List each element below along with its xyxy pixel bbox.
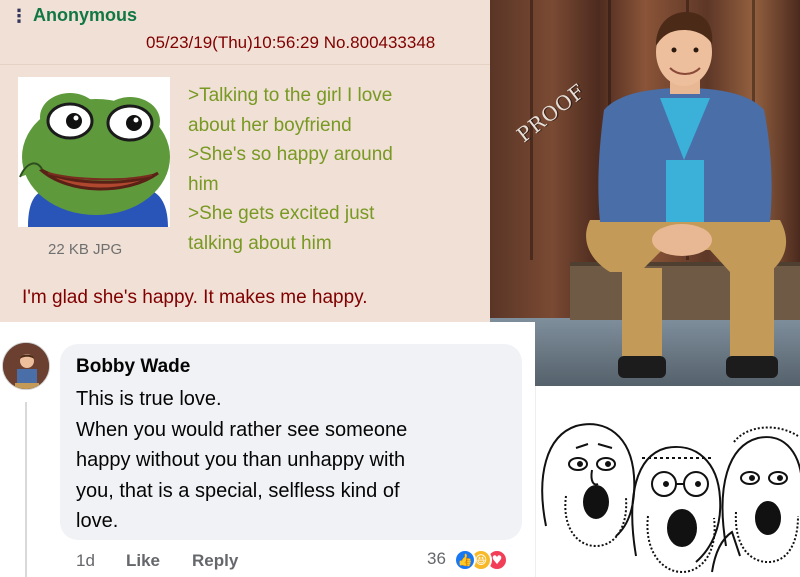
- comment-line: love.: [76, 510, 119, 532]
- vertical-dots-icon[interactable]: ⋮: [10, 6, 28, 27]
- greentext-line: about her boyfriend: [188, 114, 352, 136]
- file-size: 22 KB JPG: [48, 241, 123, 258]
- comment-author[interactable]: Bobby Wade: [76, 356, 190, 378]
- post-meta: 05/23/19(Thu)10:56:29 No.800433348: [146, 33, 435, 53]
- post-header: ⋮ Anonymous 05/23/19(Thu)10:56:29 No.800…: [0, 0, 490, 64]
- seated-man-figure: [586, 12, 787, 378]
- poster-name: Anonymous: [33, 5, 138, 25]
- post-datetime: 05/23/19(Thu)10:56:29: [146, 33, 319, 52]
- comment-line: you, that is a special, selfless kind of: [76, 479, 400, 502]
- comment-line: This is true love.: [76, 388, 222, 410]
- pepe-thumbnail[interactable]: [18, 77, 170, 227]
- frog-face-icon: [18, 77, 170, 227]
- soyjak-faces-icon: [541, 423, 800, 574]
- comment-line: happy without you than unhappy with: [76, 449, 406, 471]
- greentext-line: >She's so happy around: [188, 144, 393, 165]
- post-body: 22 KB JPG >Talking to the girl I love ab…: [0, 64, 490, 322]
- post-number[interactable]: No.800433348: [324, 33, 436, 52]
- greentext-block: >Talking to the girl I love about her bo…: [188, 81, 478, 258]
- soyjak-meme: [535, 386, 800, 577]
- post-closing-line: I'm glad she's happy. It makes me happy.: [22, 287, 368, 308]
- greentext-line: >Talking to the girl I love: [188, 85, 393, 106]
- reply-button[interactable]: Reply: [192, 551, 238, 571]
- thumbs-up-icon[interactable]: 👍: [454, 549, 476, 571]
- chan-post: ⋮ Anonymous 05/23/19(Thu)10:56:29 No.800…: [0, 0, 490, 322]
- thread-line: [25, 402, 27, 577]
- greentext-line: >She gets excited just: [188, 203, 375, 224]
- reaction-count[interactable]: 36: [427, 549, 446, 569]
- fb-comment: Bobby Wade This is true love. When you w…: [0, 322, 535, 577]
- like-button[interactable]: Like: [126, 551, 160, 571]
- greentext-line: talking about him: [188, 232, 332, 254]
- comment-time[interactable]: 1d: [76, 551, 95, 571]
- comment-text: This is true love. When you would rather…: [76, 384, 496, 537]
- comment-bubble: Bobby Wade This is true love. When you w…: [60, 344, 522, 540]
- comment-line: When you would rather see someone: [76, 418, 408, 441]
- user-photo-icon: [3, 343, 49, 389]
- proof-photo: PROOF: [490, 0, 800, 386]
- avatar[interactable]: [2, 342, 50, 390]
- greentext-line: him: [188, 173, 219, 195]
